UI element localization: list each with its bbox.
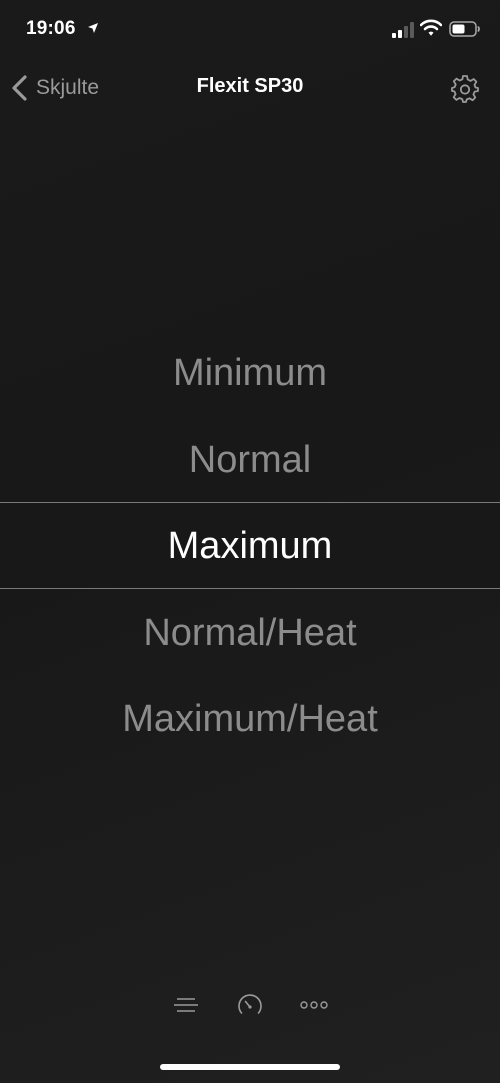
status-bar: 19:06: [0, 0, 500, 60]
tab-more[interactable]: [294, 985, 334, 1025]
lines-icon: [174, 998, 198, 1012]
navigation-bar: Skjulte Flexit SP30: [0, 60, 500, 116]
page-title: Flexit SP30: [196, 75, 304, 97]
speedometer-icon: [238, 994, 262, 1014]
home-indicator[interactable]: [160, 1064, 340, 1070]
more-dots-icon: [300, 1001, 328, 1009]
wifi-icon: [420, 19, 442, 36]
status-time: 19:06: [26, 18, 76, 39]
battery-icon: [449, 21, 480, 37]
picker-option-normal-heat[interactable]: Normal/Heat: [0, 610, 500, 656]
tab-modes[interactable]: [166, 985, 206, 1025]
tab-dashboard[interactable]: [230, 985, 270, 1025]
tab-bar: [0, 985, 500, 1029]
picker-option-maximum[interactable]: Maximum: [0, 523, 500, 569]
location-arrow-icon: [88, 23, 98, 33]
gear-icon[interactable]: [450, 74, 480, 104]
cellular-signal-icon: [392, 22, 414, 38]
picker-option-normal[interactable]: Normal: [0, 437, 500, 483]
picker-option-maximum-heat[interactable]: Maximum/Heat: [0, 696, 500, 742]
picker-option-minimum[interactable]: Minimum: [0, 350, 500, 396]
